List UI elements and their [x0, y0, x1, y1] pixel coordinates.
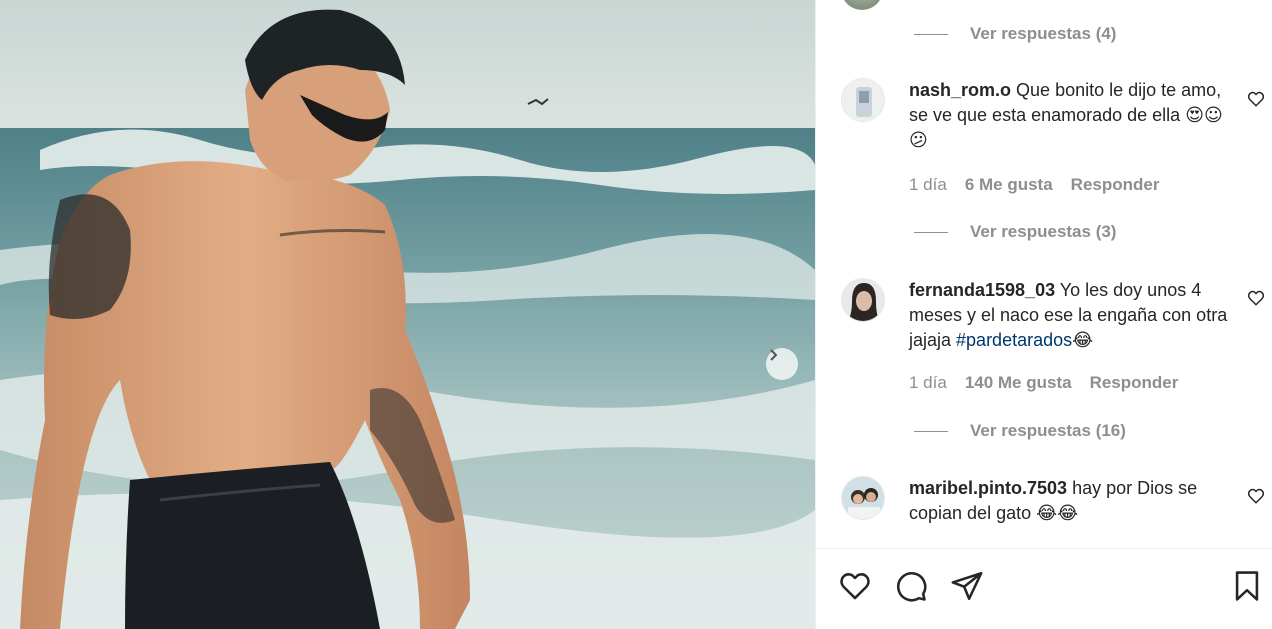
bookmark-icon: [1230, 571, 1264, 607]
view-replies-button[interactable]: Ver respuestas (16): [914, 421, 1126, 441]
heart-icon: [838, 573, 872, 607]
beach-photo-illustration: [0, 0, 815, 629]
comment-likes[interactable]: 140 Me gusta: [965, 373, 1072, 393]
view-replies-label: Ver respuestas (3): [970, 222, 1117, 241]
reply-button[interactable]: Responder: [1090, 373, 1179, 393]
heart-icon[interactable]: [1247, 289, 1265, 307]
comment-time[interactable]: 1 día: [909, 373, 947, 393]
comment-username[interactable]: maribel.pinto.7503: [909, 478, 1067, 498]
comment-text: fernanda1598_03 Yo les doy unos 4 meses …: [909, 278, 1229, 353]
comment-button[interactable]: [894, 569, 928, 603]
divider: [914, 430, 948, 432]
avatar[interactable]: [841, 0, 883, 10]
share-button[interactable]: [950, 569, 984, 603]
avatar[interactable]: [841, 278, 885, 322]
reply-button[interactable]: Responder: [1071, 175, 1160, 195]
comment-icon: [894, 572, 928, 607]
comment-time[interactable]: 1 día: [909, 175, 947, 195]
view-replies-label: Ver respuestas (4): [970, 24, 1117, 43]
post-action-bar: [816, 548, 1272, 629]
comment-username[interactable]: fernanda1598_03: [909, 280, 1055, 300]
avatar[interactable]: [841, 476, 885, 520]
view-replies-button[interactable]: Ver respuestas (3): [914, 222, 1116, 242]
comment-username[interactable]: nash_rom.o: [909, 80, 1011, 100]
view-replies-label: Ver respuestas (16): [970, 421, 1126, 440]
send-icon: [950, 571, 984, 607]
comments-panel: Ver respuestas (4) nash_rom.o Que bonito…: [815, 0, 1272, 629]
next-photo-button[interactable]: [766, 348, 798, 380]
comment-text: maribel.pinto.7503 hay por Dios se copia…: [909, 476, 1229, 526]
save-button[interactable]: [1230, 569, 1264, 603]
view-replies-button[interactable]: Ver respuestas (4): [914, 24, 1116, 44]
comment-meta: 1 día 6 Me gusta Responder: [909, 175, 1159, 195]
comment-emojis: 😂: [1072, 330, 1094, 351]
heart-icon[interactable]: [1247, 90, 1265, 108]
comment-meta: 1 día 140 Me gusta Responder: [909, 373, 1178, 393]
comment-text: nash_rom.o Que bonito le dijo te amo, se…: [909, 78, 1229, 153]
heart-icon[interactable]: [1247, 487, 1265, 505]
avatar[interactable]: [841, 78, 885, 122]
comment-emojis: 😂😂: [1036, 503, 1079, 524]
comment-likes[interactable]: 6 Me gusta: [965, 175, 1053, 195]
divider: [914, 33, 948, 35]
divider: [914, 231, 948, 233]
like-button[interactable]: [838, 569, 872, 603]
post-photo: [0, 0, 815, 629]
comment-hashtag[interactable]: #pardetarados: [956, 330, 1072, 350]
comments-list[interactable]: Ver respuestas (4) nash_rom.o Que bonito…: [816, 0, 1272, 548]
